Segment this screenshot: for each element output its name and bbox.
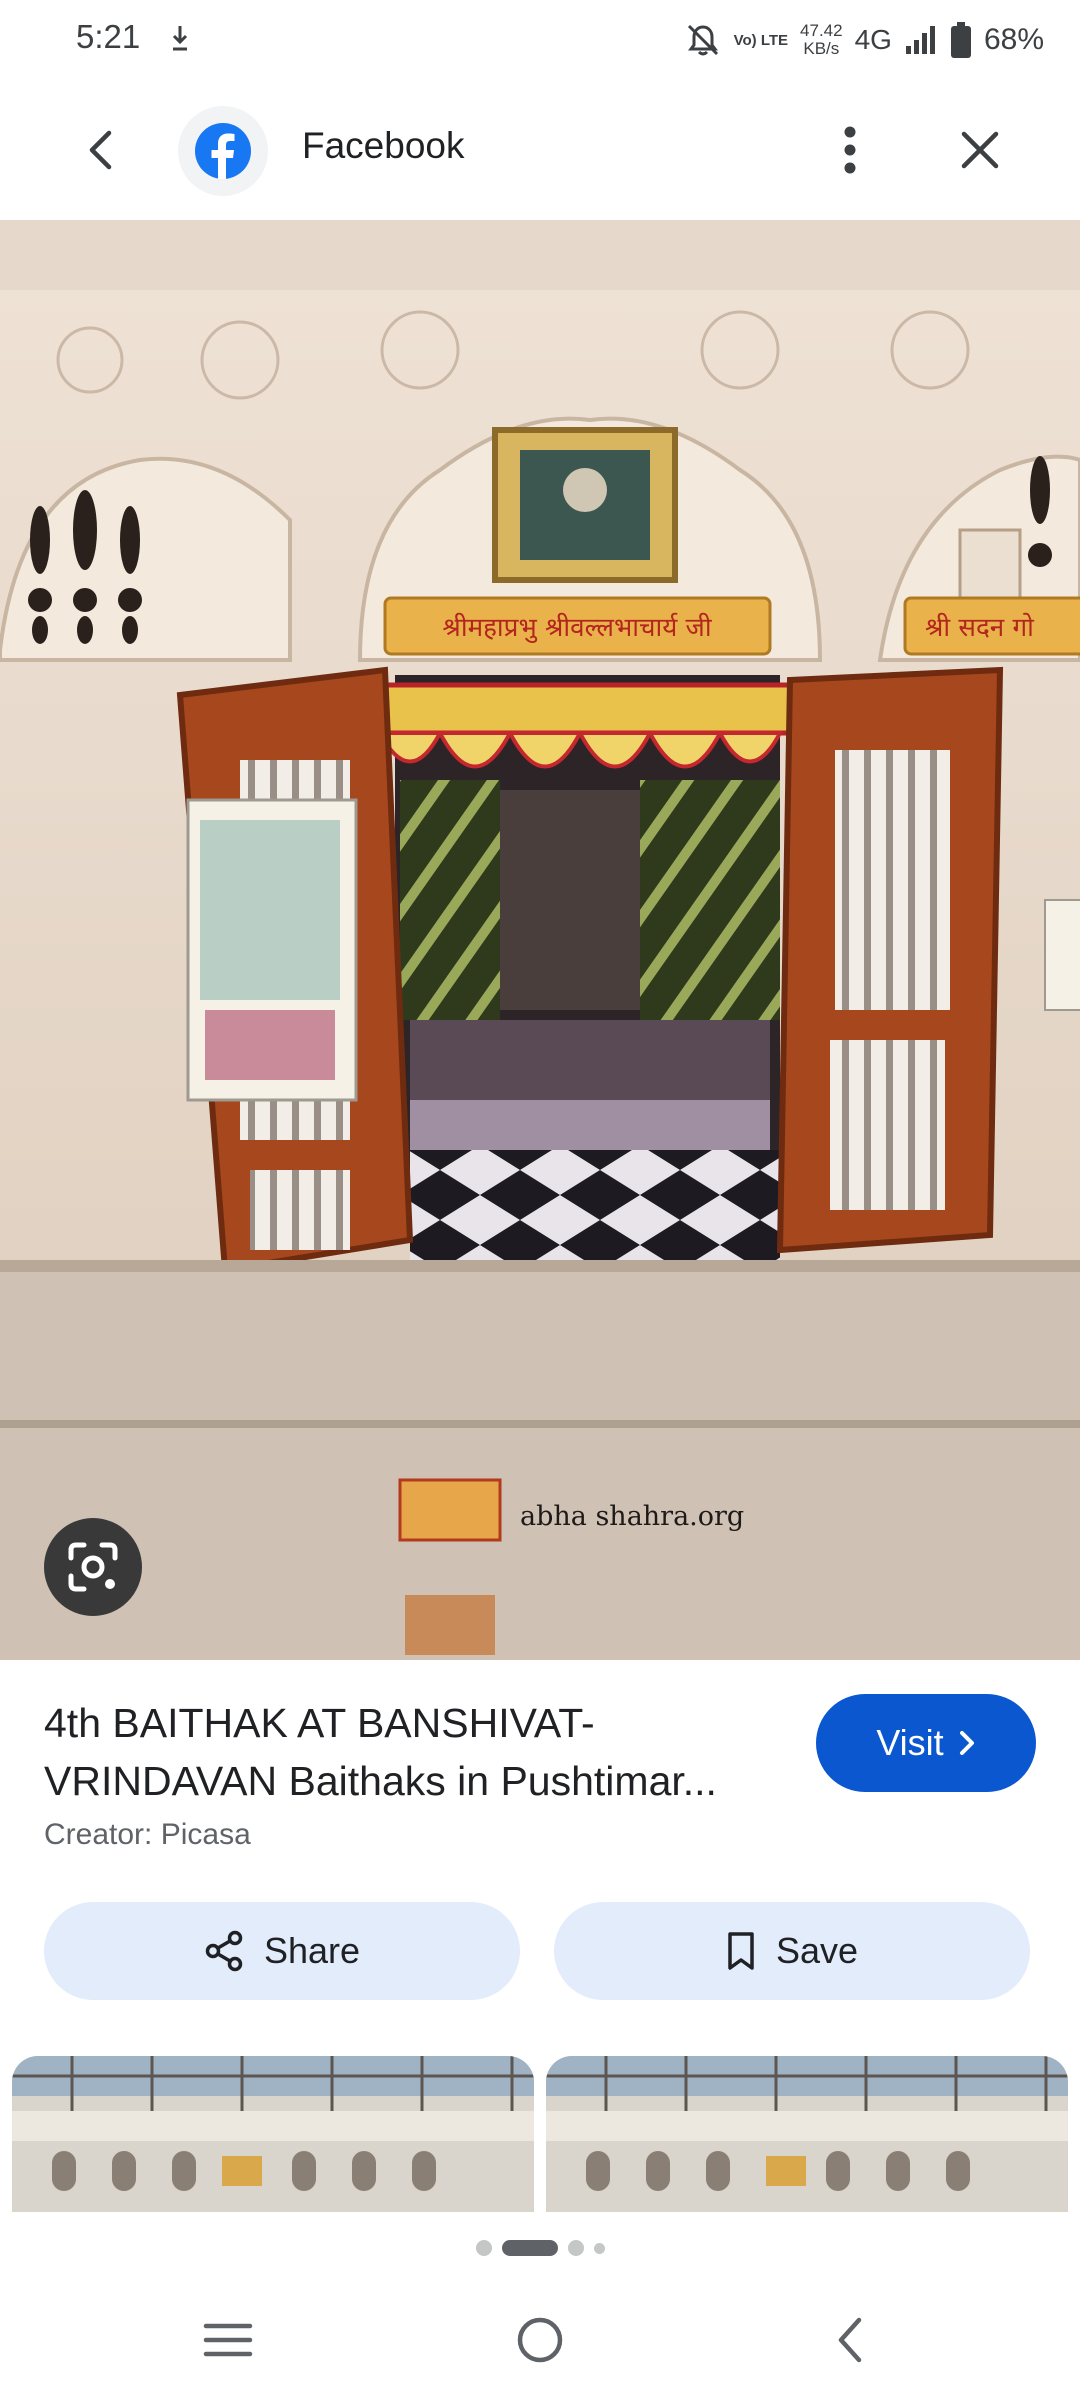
volte-indicator: Vo) LTE (733, 31, 789, 49)
site-favicon (178, 106, 268, 196)
bookmark-icon (728, 1932, 754, 1970)
more-options-button[interactable] (820, 120, 880, 180)
creator-label: Creator: Picasa (44, 1818, 251, 1851)
home-button[interactable] (490, 2300, 590, 2380)
page-indicator (0, 2236, 1080, 2260)
nav-back-button[interactable] (800, 2300, 900, 2380)
back-button[interactable] (70, 120, 130, 180)
page-dot-active (501, 2240, 558, 2256)
thumbnail-image (546, 2056, 1068, 2212)
signal-icon (905, 26, 935, 54)
menu-icon (203, 2323, 253, 2357)
page-dot (593, 2242, 605, 2254)
status-time: 5:21 (76, 18, 141, 55)
title-line-1: 4th BAITHAK AT BANSHIVAT- (44, 1700, 595, 1746)
status-bar: 5:21 Vo) LTE 47.42 KB/s 4G 68% (0, 0, 1080, 80)
battery-percent: 68% (983, 23, 1044, 56)
thumbnail-image (12, 2056, 534, 2212)
share-icon (205, 1930, 243, 1972)
speed-unit: KB/s (803, 39, 840, 58)
save-button[interactable]: Save (554, 1902, 1030, 2000)
home-circle-icon (517, 2317, 563, 2363)
top-bar: Facebook (0, 80, 1080, 220)
temple-photo: श्रीमहाप्रभु श्रीवल्लभाचार्य जी श्री सदन… (0, 220, 1080, 1660)
download-icon (172, 26, 188, 51)
page-dot (567, 2240, 584, 2256)
network-type: 4G (854, 24, 892, 55)
page-dot (475, 2240, 492, 2256)
back-arrow-icon (89, 130, 112, 170)
signboard-left: श्रीमहाप्रभु श्रीवल्लभाचार्य जी (442, 612, 712, 643)
image-watermark: abha shahra.org (520, 1501, 744, 1532)
battery-icon (950, 22, 971, 58)
lens-search-button[interactable] (44, 1518, 142, 1616)
back-chevron-icon (838, 2317, 862, 2363)
recents-button[interactable] (178, 2300, 278, 2380)
lens-icon (68, 1542, 118, 1592)
result-title[interactable]: 4th BAITHAK AT BANSHIVAT- VRINDAVAN Bait… (44, 1694, 784, 1810)
visit-label: Visit (876, 1722, 944, 1763)
save-label: Save (775, 1930, 859, 1971)
more-vert-icon (844, 126, 856, 174)
chevron-right-icon (959, 1731, 974, 1755)
speed-value: 47.42 (800, 21, 843, 40)
bell-off-icon (687, 24, 718, 56)
visit-button[interactable]: Visit (816, 1694, 1036, 1792)
status-icons: Vo) LTE 47.42 KB/s 4G 68% (684, 14, 1044, 66)
related-images (0, 2056, 1080, 2212)
close-icon (961, 131, 999, 169)
share-button[interactable]: Share (44, 1902, 520, 2000)
signboard-right: श्री सदन गो (925, 612, 1035, 643)
system-nav-bar (0, 2280, 1080, 2400)
close-button[interactable] (950, 120, 1010, 180)
title-line-2: VRINDAVAN Baithaks in Pushtimar... (44, 1758, 717, 1804)
related-thumbnail[interactable] (12, 2056, 534, 2212)
site-name: Facebook (302, 125, 465, 166)
facebook-logo (195, 123, 251, 179)
share-label: Share (263, 1930, 361, 1971)
main-image[interactable]: श्रीमहाप्रभु श्रीवल्लभाचार्य जी श्री सदन… (0, 220, 1080, 1660)
network-speed: 47.42 KB/s (800, 22, 843, 58)
related-thumbnail[interactable] (546, 2056, 1068, 2212)
